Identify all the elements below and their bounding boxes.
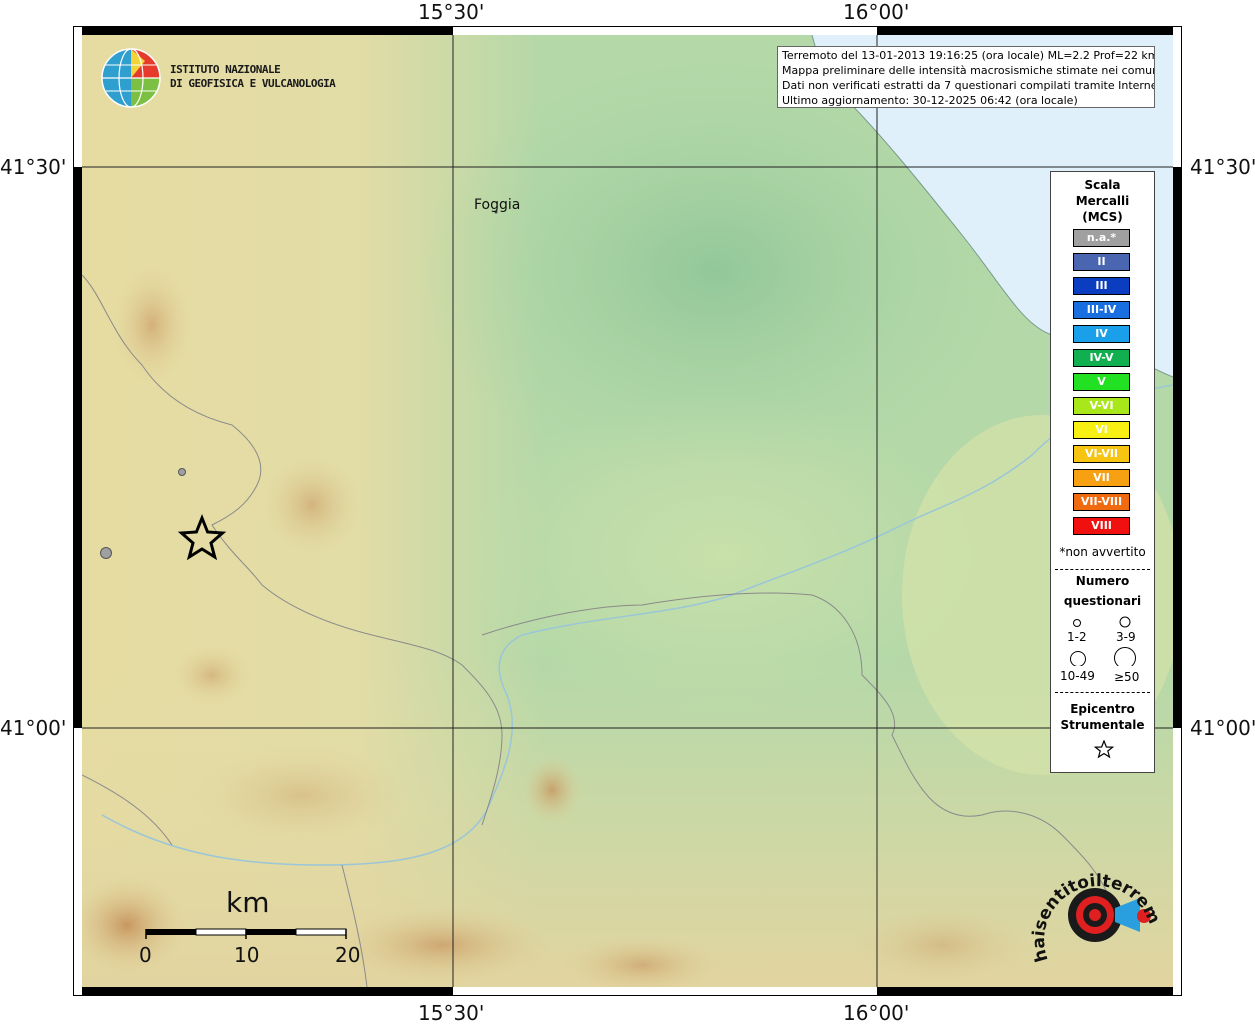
- legend-panel: Scala Mercalli (MCS) n.a.* II III III-IV IV I…: [1050, 171, 1155, 773]
- legend-swatch-8: VI: [1073, 421, 1130, 439]
- questionnaire-marker[interactable]: [178, 468, 186, 476]
- lon-label-top-1: 15°30': [418, 0, 485, 24]
- lat-label-right-1: 41°30': [1190, 155, 1255, 179]
- scalebar: [145, 928, 347, 939]
- frame-bar-bottom-2: [877, 987, 1173, 996]
- legend-questionari: questionari: [1063, 594, 1142, 608]
- q-label-10-49: 10-49: [1060, 669, 1095, 683]
- scalebar-tick-0: 0: [139, 943, 152, 967]
- event-info-line2: Mappa preliminare delle intensità macros…: [782, 64, 1155, 77]
- legend-title: Scala Mercalli (MCS): [1051, 177, 1154, 225]
- event-info-line4: Ultimo aggiornamento: 30-12-2025 06:42 (…: [782, 94, 1078, 107]
- legend-divider: [1055, 692, 1150, 693]
- legend-swatch-4: IV: [1073, 325, 1130, 343]
- event-info-box: Terremoto del 13-01-2013 19:16:25 (ora l…: [777, 46, 1155, 108]
- legend-swatch-12: VIII: [1073, 517, 1130, 535]
- frame-bar-right: [1173, 167, 1182, 728]
- haisentito-logo[interactable]: haisentitoilterremoto.it: [1024, 835, 1164, 980]
- legend-title-line1: Scala: [1084, 178, 1121, 192]
- scalebar-tick-10: 10: [234, 943, 260, 967]
- legend-note: *non avvertito: [1059, 545, 1146, 559]
- city-label-foggia: Foggia: [474, 197, 521, 213]
- ingv-name-line2: DI GEOFISICA E VULCANOLOGIA: [170, 77, 336, 90]
- lon-label-top-2: 16°00': [843, 0, 910, 24]
- frame-bar-left: [73, 167, 82, 728]
- legend-swatch-6: V: [1073, 373, 1130, 391]
- legend-swatch-9: VI-VII: [1073, 445, 1130, 463]
- lon-label-bottom-1: 15°30': [418, 1001, 485, 1025]
- scalebar-unit: km: [226, 886, 270, 919]
- legend-swatch-0: n.a.*: [1073, 229, 1130, 247]
- event-info-line3: Dati non verificati estratti da 7 questi…: [782, 79, 1155, 92]
- frame-bar-top-2: [877, 26, 1173, 35]
- ingv-globe-icon: [101, 48, 161, 108]
- legend-swatch-7: V-VI: [1073, 397, 1130, 415]
- lon-label-bottom-2: 16°00': [843, 1001, 910, 1025]
- legend-numero: Numero: [1075, 574, 1130, 588]
- frame-bar-top-1: [82, 26, 453, 35]
- legend-strumentale: Strumentale: [1060, 718, 1145, 732]
- questionnaire-marker[interactable]: [100, 547, 112, 559]
- legend-title-line2: Mercalli: [1075, 194, 1130, 208]
- ingv-name-line1: ISTITUTO NAZIONALE: [170, 63, 281, 76]
- legend-swatch-10: VII: [1073, 469, 1130, 487]
- legend-swatch-3: III-IV: [1073, 301, 1130, 319]
- haisentito-logo-icon: haisentitoilterremoto.it: [1024, 835, 1164, 964]
- q-label-50: ≥50: [1114, 670, 1140, 684]
- q-label-3-9: 3-9: [1116, 630, 1136, 644]
- legend-swatch-11: VII-VIII: [1073, 493, 1130, 511]
- frame-bar-bottom-1: [82, 987, 453, 996]
- q-label-1-2: 1-2: [1067, 630, 1087, 644]
- lat-label-left-1: 41°30': [0, 155, 67, 179]
- scalebar-tick-20: 20: [335, 943, 361, 967]
- lat-label-right-2: 41°00': [1190, 716, 1255, 740]
- terrain-map: [82, 35, 1173, 987]
- event-info-line1: Terremoto del 13-01-2013 19:16:25 (ora l…: [782, 49, 1155, 62]
- lat-label-left-2: 41°00': [0, 716, 67, 740]
- legend-swatch-1: II: [1073, 253, 1130, 271]
- legend-swatch-5: IV-V: [1073, 349, 1130, 367]
- legend-title-line3: (MCS): [1082, 210, 1123, 224]
- legend-divider: [1055, 569, 1150, 570]
- legend-swatch-2: III: [1073, 277, 1130, 295]
- epicenter-star-icon: [1094, 740, 1114, 759]
- ingv-logo: ISTITUTO NAZIONALE DI GEOFISICA E VULCAN…: [100, 47, 340, 109]
